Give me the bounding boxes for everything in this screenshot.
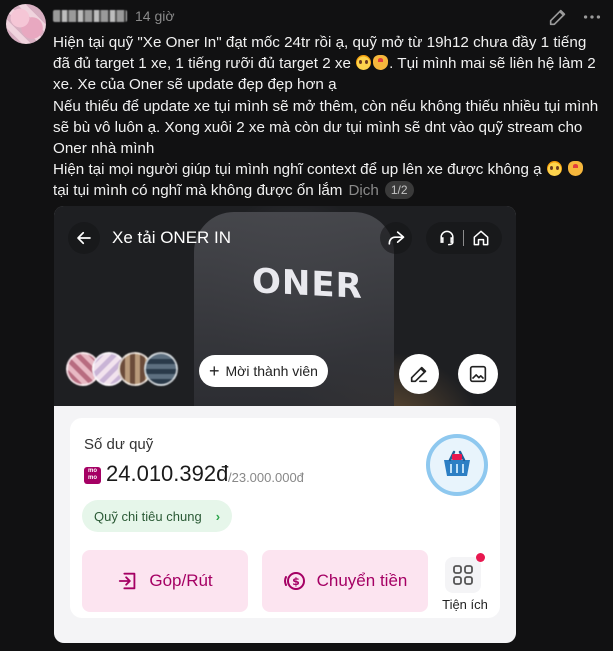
deposit-icon: [117, 570, 139, 592]
svg-text:$: $: [292, 575, 300, 588]
translate-link[interactable]: Dịch: [348, 182, 378, 199]
attached-screenshot[interactable]: ONER Xe tải ONER IN + Mời thành viên Số …: [54, 206, 516, 643]
more-icon[interactable]: [581, 6, 603, 28]
heart-hands-emoji-icon: [568, 161, 584, 177]
post-line: xe. Xe của Oner sẽ update đẹp đẹp hơn ạ: [53, 76, 337, 94]
deposit-withdraw-button[interactable]: Góp/Rút: [82, 550, 248, 612]
pleading-face-emoji-icon: [356, 55, 372, 71]
invite-member-label: Mời thành viên: [225, 363, 318, 379]
utilities-button[interactable]: Tiện ích: [434, 553, 496, 613]
member-avatar: [144, 352, 178, 386]
basket-icon: [444, 450, 470, 476]
post-line: Nếu thiếu để update xe tụi mình sẽ mở th…: [53, 97, 599, 115]
edit-icon[interactable]: [547, 6, 569, 28]
balance-amount: 24.010.392đ: [106, 461, 229, 486]
post-line: đã đủ target 1 xe, 1 tiếng rưỡi đủ targe…: [53, 55, 596, 73]
transfer-button[interactable]: $ Chuyển tiền: [262, 550, 428, 612]
balance-label: Số dư quỹ: [84, 436, 154, 453]
fund-basket: [426, 434, 488, 496]
notification-dot: [476, 553, 485, 562]
post-line: Hiện tại quỹ "Xe Oner In" đạt mốc 24tr r…: [53, 34, 587, 51]
chevron-right-icon: ›: [215, 508, 221, 524]
grid-icon: [445, 557, 481, 593]
post-header: 14 giờ: [53, 6, 613, 26]
support-icon[interactable]: [437, 228, 457, 248]
member-avatars[interactable]: [66, 352, 178, 386]
invite-member-button[interactable]: + Mời thành viên: [199, 355, 328, 387]
transfer-label: Chuyển tiền: [316, 571, 408, 590]
balance-target: /23.000.000đ: [228, 470, 304, 485]
plus-icon: +: [209, 361, 220, 381]
momo-logo: mo mo: [84, 467, 101, 484]
edit-fund-button[interactable]: [399, 354, 439, 394]
post-line: tại tụi mình có nghĩ mà không được ổn lắ…: [53, 180, 609, 201]
post-line: Oner nhà mình: [53, 140, 155, 158]
author-name[interactable]: [53, 10, 127, 22]
post-time: 14 giờ: [135, 8, 175, 24]
heart-hands-emoji-icon: [373, 55, 389, 71]
page-indicator: 1/2: [384, 181, 414, 200]
fund-category-label: Quỹ chi tiêu chung: [94, 508, 202, 524]
share-button[interactable]: [380, 222, 412, 254]
pleading-face-emoji-icon: [546, 161, 562, 177]
fund-cover-image: ONER Xe tải ONER IN + Mời thành viên: [54, 206, 516, 406]
change-cover-button[interactable]: [458, 354, 498, 394]
deposit-withdraw-label: Góp/Rút: [149, 571, 213, 590]
post-line: Hiện tại mọi người giúp tụi mình nghĩ co…: [53, 159, 609, 180]
header-tools: [426, 222, 502, 254]
fund-balance-panel: Số dư quỹ mo mo 24.010.392đ /23.000.000đ…: [70, 418, 500, 618]
jersey-text: ONER: [252, 261, 363, 307]
utilities-label: Tiện ích: [442, 597, 488, 612]
fund-title: Xe tải ONER IN: [112, 228, 232, 247]
back-icon: [77, 231, 91, 245]
fund-category-chip[interactable]: Quỹ chi tiêu chung ›: [82, 500, 233, 532]
pencil-icon: [410, 366, 428, 383]
home-icon[interactable]: [471, 228, 491, 248]
transfer-icon: $: [283, 569, 307, 593]
image-icon: [469, 365, 487, 383]
divider: [463, 230, 465, 246]
post-line: sẽ bù vô luôn ạ. Xong xuôi 2 xe mà còn d…: [53, 118, 583, 136]
share-icon: [388, 231, 405, 245]
back-button[interactable]: [68, 222, 100, 254]
post-body: Hiện tại quỹ "Xe Oner In" đạt mốc 24tr r…: [53, 32, 609, 202]
avatar[interactable]: [6, 4, 46, 44]
